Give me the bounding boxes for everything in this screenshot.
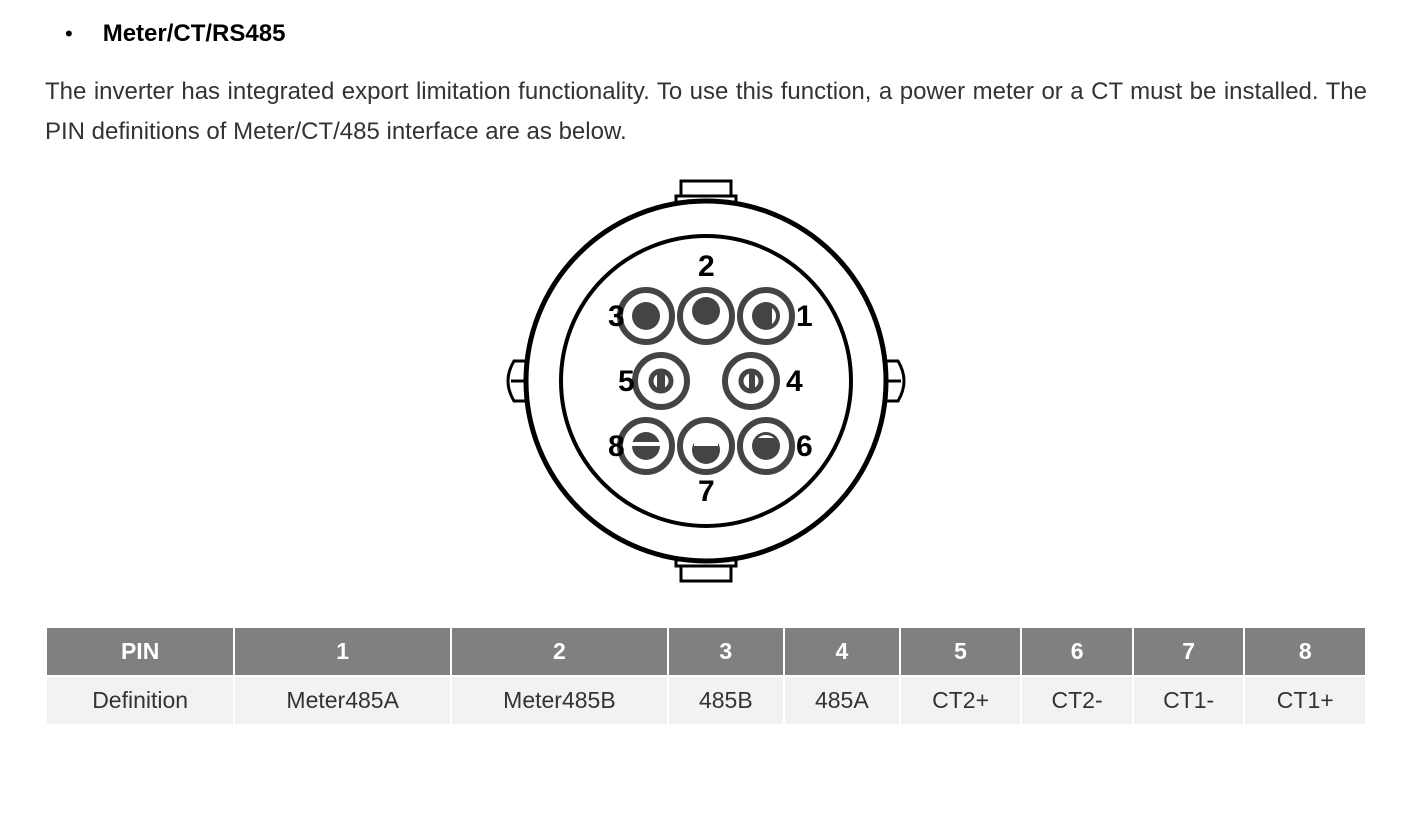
- cell-pin8: CT1+: [1244, 676, 1366, 725]
- pin-4-label: 4: [786, 365, 803, 398]
- cell-pin5: CT2+: [900, 676, 1021, 725]
- table-row: Definition Meter485A Meter485B 485B 485A…: [46, 676, 1366, 725]
- pin-definition-table: PIN 1 2 3 4 5 6 7 8 Definition Meter485A…: [45, 626, 1367, 726]
- col-head-3: 3: [668, 627, 784, 676]
- connector-diagram: 3 2 1 5 4: [45, 161, 1367, 601]
- connector-svg: 3 2 1 5 4: [496, 161, 916, 601]
- section-heading: Meter/CT/RS485: [103, 20, 286, 48]
- col-head-pin: PIN: [46, 627, 234, 676]
- col-head-5: 5: [900, 627, 1021, 676]
- col-head-7: 7: [1133, 627, 1245, 676]
- bullet-icon: •: [45, 23, 73, 45]
- col-head-6: 6: [1021, 627, 1133, 676]
- table-header-row: PIN 1 2 3 4 5 6 7 8: [46, 627, 1366, 676]
- col-head-4: 4: [784, 627, 900, 676]
- pin-5-label: 5: [618, 365, 635, 398]
- row-label-definition: Definition: [46, 676, 234, 725]
- pin-2-label: 2: [698, 250, 715, 283]
- cell-pin6: CT2-: [1021, 676, 1133, 725]
- col-head-2: 2: [451, 627, 668, 676]
- pin-6-label: 6: [796, 430, 813, 463]
- pin-8-label: 8: [608, 430, 625, 463]
- pin-7-label: 7: [698, 475, 715, 508]
- pin-3-label: 3: [608, 300, 625, 333]
- section-heading-row: • Meter/CT/RS485: [45, 20, 1367, 48]
- cell-pin3: 485B: [668, 676, 784, 725]
- col-head-1: 1: [234, 627, 451, 676]
- cell-pin4: 485A: [784, 676, 900, 725]
- cell-pin7: CT1-: [1133, 676, 1245, 725]
- pin-1-label: 1: [796, 300, 813, 333]
- cell-pin1: Meter485A: [234, 676, 451, 725]
- section-body-text: The inverter has integrated export limit…: [45, 72, 1367, 151]
- cell-pin2: Meter485B: [451, 676, 668, 725]
- col-head-8: 8: [1244, 627, 1366, 676]
